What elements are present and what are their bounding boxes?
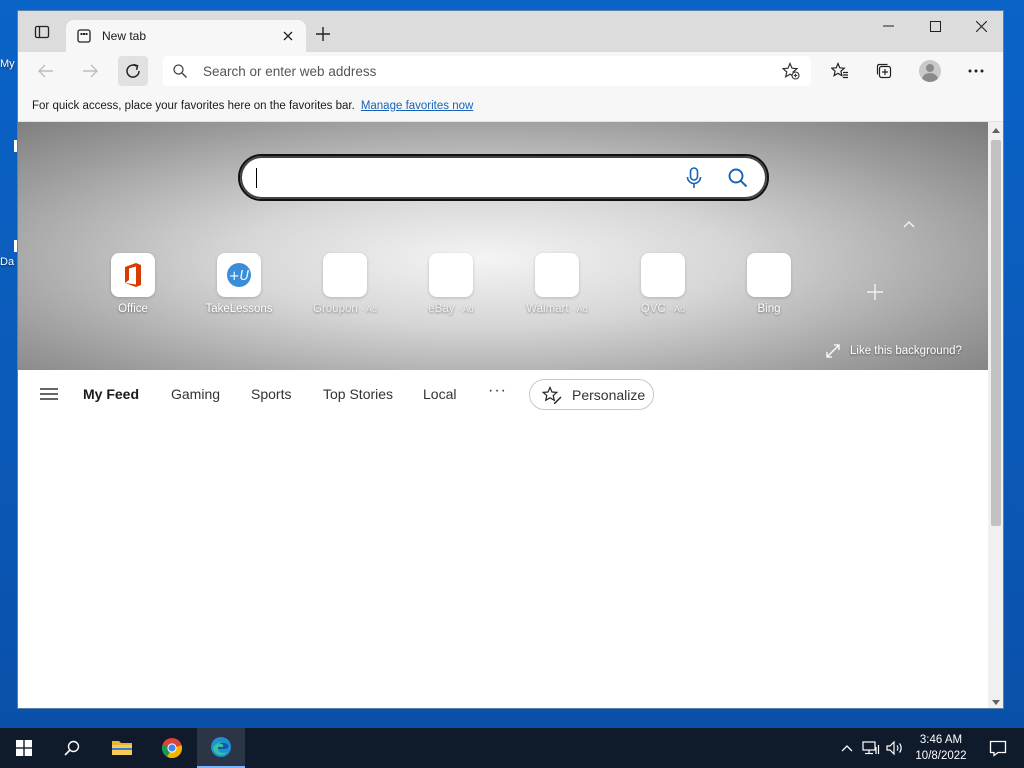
quick-link-groupon[interactable]: Groupon · Ad (310, 253, 380, 315)
page-scrollbar[interactable] (988, 122, 1003, 708)
clock-time: 3:46 AM (919, 734, 963, 746)
more-feed-tabs-button[interactable]: ··· (488, 382, 507, 400)
quick-link-label: TakeLessons (205, 303, 273, 315)
file-explorer-icon[interactable] (98, 728, 146, 768)
quick-link-bing[interactable]: Bing (734, 253, 804, 315)
tab-actions-menu-icon[interactable] (18, 11, 66, 52)
quick-link-label: Bing (757, 303, 781, 315)
favorites-bar-message: For quick access, place your favorites h… (32, 99, 355, 112)
new-tab-button[interactable] (312, 23, 334, 45)
favorites-bar: For quick access, place your favorites h… (18, 90, 1003, 122)
like-background-label: Like this background? (850, 345, 962, 357)
profile-avatar[interactable] (915, 56, 945, 86)
collections-icon[interactable] (869, 56, 899, 86)
quick-link-qvc[interactable]: QVC · Ad (628, 253, 698, 315)
add-favorite-star-icon[interactable] (781, 61, 801, 81)
quick-link-label: Walmart · Ad (526, 303, 588, 315)
address-input[interactable] (203, 63, 781, 79)
minimize-button[interactable] (865, 11, 911, 41)
quick-link-label: eBay · Ad (428, 303, 474, 315)
refresh-button[interactable] (118, 56, 148, 86)
expand-arrows-icon (826, 344, 840, 358)
settings-and-more-icon[interactable] (961, 56, 991, 86)
quick-link-label: Groupon · Ad (313, 303, 377, 315)
avatar (919, 60, 941, 82)
windows-start-icon[interactable] (0, 728, 48, 768)
ebay-icon (429, 253, 473, 297)
add-quick-link-plus-icon[interactable] (863, 280, 887, 304)
favorites-icon[interactable] (825, 56, 855, 86)
back-button[interactable] (31, 56, 61, 86)
chevron-up-icon[interactable] (900, 217, 918, 231)
feed-tab-local[interactable]: Local (423, 386, 456, 402)
quick-link-takelessons[interactable]: +U TakeLessons (204, 253, 274, 315)
volume-icon[interactable] (884, 728, 906, 768)
feed-tab-sports[interactable]: Sports (251, 386, 291, 402)
notifications-icon[interactable] (978, 728, 1018, 768)
scroll-up-arrow-icon[interactable] (991, 125, 1001, 135)
feed-tab-my-feed[interactable]: My Feed (83, 386, 139, 402)
taskbar: 3:46 AM 10/8/2022 (0, 728, 1024, 768)
edge-icon[interactable] (197, 728, 245, 768)
browser-window: New tab Search or enter web address For … (17, 10, 1004, 709)
text-caret (256, 167, 257, 188)
tab-title: New tab (102, 29, 147, 43)
groupon-icon (323, 253, 367, 297)
scrollbar-thumb[interactable] (991, 140, 1001, 526)
close-tab-icon[interactable] (280, 28, 296, 44)
microphone-icon[interactable] (681, 165, 707, 191)
feed-tab-top-stories[interactable]: Top Stories (323, 386, 393, 402)
navigation-toolbar (18, 52, 1003, 90)
office-icon (111, 253, 155, 297)
forward-button[interactable] (75, 56, 105, 86)
title-bar: New tab (18, 11, 1003, 52)
clock-date: 10/8/2022 (915, 750, 967, 762)
quick-link-ebay[interactable]: eBay · Ad (416, 253, 486, 315)
quick-link-office[interactable]: Office (98, 253, 168, 315)
takelessons-icon: +U (217, 253, 261, 297)
maximize-button[interactable] (912, 11, 958, 41)
qvc-icon (641, 253, 685, 297)
scroll-down-arrow-icon[interactable] (991, 697, 1001, 707)
desktop-icon-label-fragment: My (0, 58, 15, 70)
tab-new-tab[interactable]: New tab (66, 20, 306, 52)
new-tab-page-icon (76, 28, 92, 44)
taskbar-search-icon[interactable] (48, 728, 96, 768)
search-icon[interactable] (725, 165, 751, 191)
manage-favorites-link[interactable]: Manage favorites now (361, 100, 474, 112)
like-background-link[interactable]: Like this background? (826, 344, 962, 358)
system-clock[interactable]: 3:46 AM 10/8/2022 (910, 732, 972, 764)
quick-link-label: Office (118, 303, 148, 315)
show-hidden-icons-chevron-icon[interactable] (838, 728, 856, 768)
desktop-icon-label-fragment: Da (0, 256, 15, 268)
personalize-button[interactable]: Personalize (529, 379, 654, 410)
web-search-box[interactable] (238, 154, 769, 201)
background-image: Office +U TakeLessons Groupon · Ad eBay … (18, 122, 988, 370)
personalize-star-pencil-icon (542, 385, 562, 404)
feed-navigation: My Feed Gaming Sports Top Stories Local … (18, 370, 988, 420)
feed-tab-gaming[interactable]: Gaming (171, 386, 220, 402)
quick-link-label: QVC · Ad (640, 303, 686, 315)
new-tab-page: Office +U TakeLessons Groupon · Ad eBay … (18, 122, 988, 708)
close-window-button[interactable] (958, 11, 1003, 41)
network-icon[interactable] (860, 728, 882, 768)
chrome-icon[interactable] (148, 728, 196, 768)
personalize-label: Personalize (572, 386, 646, 403)
bing-icon (747, 253, 791, 297)
address-bar[interactable] (163, 56, 811, 86)
walmart-icon (535, 253, 579, 297)
hamburger-menu-icon[interactable] (40, 387, 58, 401)
search-icon (173, 63, 189, 79)
svg-text:+U: +U (229, 269, 250, 284)
quick-link-walmart[interactable]: Walmart · Ad (522, 253, 592, 315)
